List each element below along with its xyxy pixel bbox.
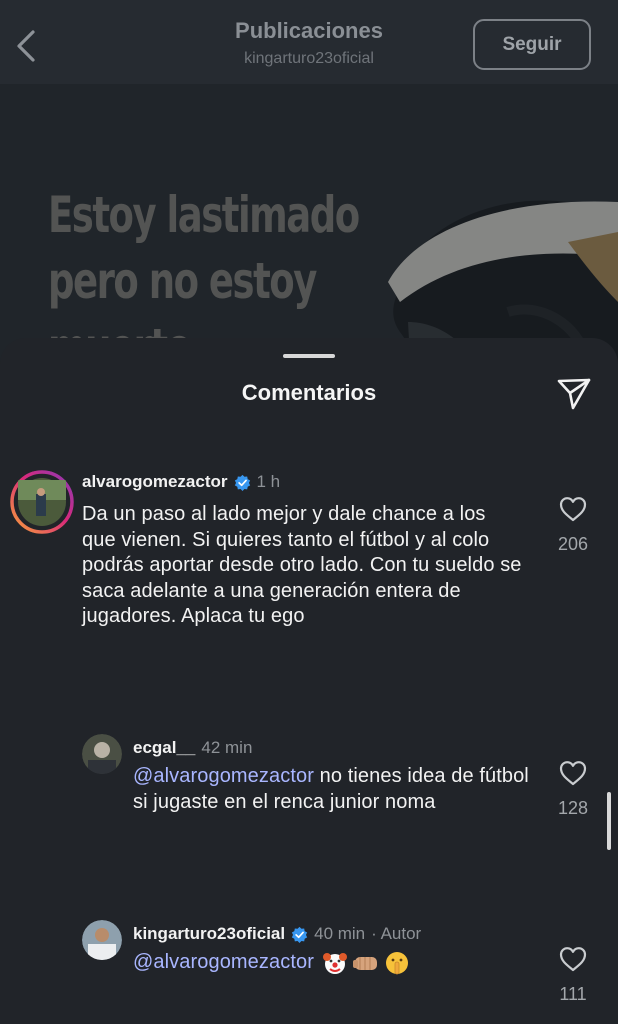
reply-text: @alvarogomezactor — [133, 950, 533, 976]
mention-link[interactable]: @alvarogomezactor — [133, 950, 314, 976]
post-background: Estoy lastimado pero no estoy muerto. Me… — [0, 0, 618, 380]
like-count: 128 — [557, 798, 589, 818]
comment-timestamp: 1 h — [256, 472, 281, 491]
reply-text: @alvarogomezactor no tienes idea de fútb… — [133, 764, 533, 815]
like-count: 111 — [559, 984, 587, 1004]
avatar-photo — [82, 920, 122, 960]
reply-timestamp: 42 min — [201, 738, 253, 757]
comment-username[interactable]: alvarogomezactor — [82, 472, 228, 492]
reply-timestamp: 40 min — [314, 924, 366, 943]
heart-icon[interactable] — [559, 946, 587, 972]
share-button[interactable] — [556, 376, 592, 412]
reply-username[interactable]: ecgal__ — [133, 738, 195, 758]
verified-badge-icon — [291, 926, 308, 943]
heart-icon[interactable] — [559, 760, 587, 786]
top-bar: Publicaciones kingarturo23oficial Seguir — [0, 0, 618, 84]
shushing-face-icon — [385, 952, 408, 975]
comments-sheet: Comentarios alvarogomezactor 1 h Da un p… — [0, 338, 618, 1024]
author-label: · Autor — [371, 924, 422, 943]
avatar[interactable] — [82, 920, 122, 960]
paper-plane-icon — [557, 378, 591, 410]
heart-icon[interactable] — [559, 496, 587, 522]
comment-text: Da un paso al lado mejor y dale chance a… — [82, 503, 522, 627]
avatar[interactable] — [10, 470, 74, 534]
avatar[interactable] — [82, 734, 122, 774]
avatar-photo — [82, 734, 122, 774]
fist-icon — [352, 957, 377, 970]
avatar-story-ring — [10, 470, 74, 534]
clown-face-icon — [322, 953, 347, 974]
verified-badge-icon — [234, 474, 250, 491]
scrollbar-thumb[interactable] — [607, 792, 611, 850]
mention-link[interactable]: @alvarogomezactor — [133, 765, 314, 787]
reply-username[interactable]: kingarturo23oficial — [133, 924, 285, 944]
like-count: 206 — [557, 534, 589, 554]
follow-button[interactable]: Seguir — [473, 19, 591, 70]
sheet-grab-handle[interactable] — [283, 354, 335, 358]
sheet-title: Comentarios — [241, 380, 377, 405]
